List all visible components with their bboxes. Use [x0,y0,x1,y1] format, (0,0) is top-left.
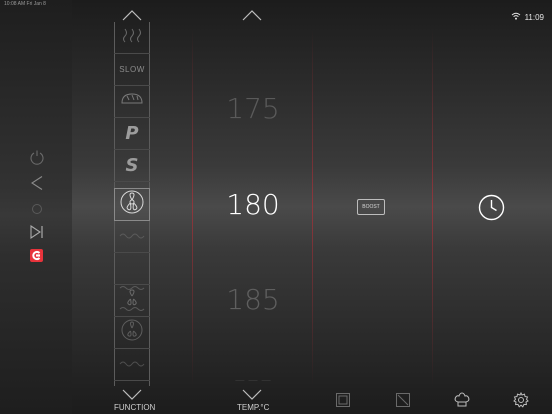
function-slow-label: SLOW [119,65,145,74]
status-time: 11:09 [524,12,544,22]
function-item-blank[interactable] [114,253,150,285]
fan-bottom-heat-icon [119,285,145,316]
function-item-fan-selected[interactable] [114,188,150,221]
column-divider [312,28,313,386]
chef-hat-icon[interactable] [454,392,470,408]
function-column-label: FUNCTION [114,403,156,412]
function-s-label: S [125,155,139,176]
temp-column-label: TEMP.°C [237,403,270,412]
function-item-bread[interactable] [114,86,150,118]
function-scroll-up-chevron[interactable] [121,8,143,22]
function-item-p[interactable]: P [114,118,150,150]
wave-bottom-icon [119,228,145,246]
skip-icon[interactable] [29,224,45,240]
clock-icon[interactable] [478,194,505,221]
function-item-fan-bottom[interactable] [114,285,150,317]
temp-value-below[interactable]: 185 [196,283,310,316]
fan-icon [119,189,145,220]
oven-light-icon[interactable] [335,392,351,408]
temp-scroll-down-chevron[interactable] [241,388,263,402]
temp-value-selected[interactable]: 180 [196,188,310,221]
status-bar-right: 11:09 [511,12,548,22]
status-left-text: 10:08 AM Fri Jan 8 [4,1,46,7]
temp-value-partial: — — — [234,378,272,384]
temp-value-above[interactable]: 175 [196,92,310,125]
function-item-slow[interactable]: SLOW [114,54,150,86]
temp-scroll-up-chevron[interactable] [241,8,263,22]
function-item-top-heat[interactable] [114,22,150,54]
column-divider [192,28,193,386]
function-column: SLOW P S [114,22,150,386]
settings-gear-icon[interactable] [513,391,529,408]
power-icon[interactable] [29,149,45,165]
function-item-fan-circle[interactable] [114,317,150,349]
bread-icon [120,92,144,111]
top-heat-waves-icon [121,26,143,49]
brand-logo-icon [30,249,43,262]
function-item-wave-bottom-2[interactable] [114,349,150,381]
function-scroll-down-chevron[interactable] [121,388,143,402]
circle-icon[interactable] [29,201,45,217]
fan-circle-icon [120,318,144,347]
function-p-label: P [125,123,139,144]
wifi-icon [511,12,521,22]
back-icon[interactable] [29,175,45,191]
function-item-s[interactable]: S [114,150,150,182]
oven-door-icon[interactable] [395,392,411,408]
wave-bottom-icon [119,356,145,374]
column-divider [432,28,433,386]
function-item-wave-bottom[interactable] [114,221,150,253]
boost-button[interactable]: BOOST [357,199,385,215]
